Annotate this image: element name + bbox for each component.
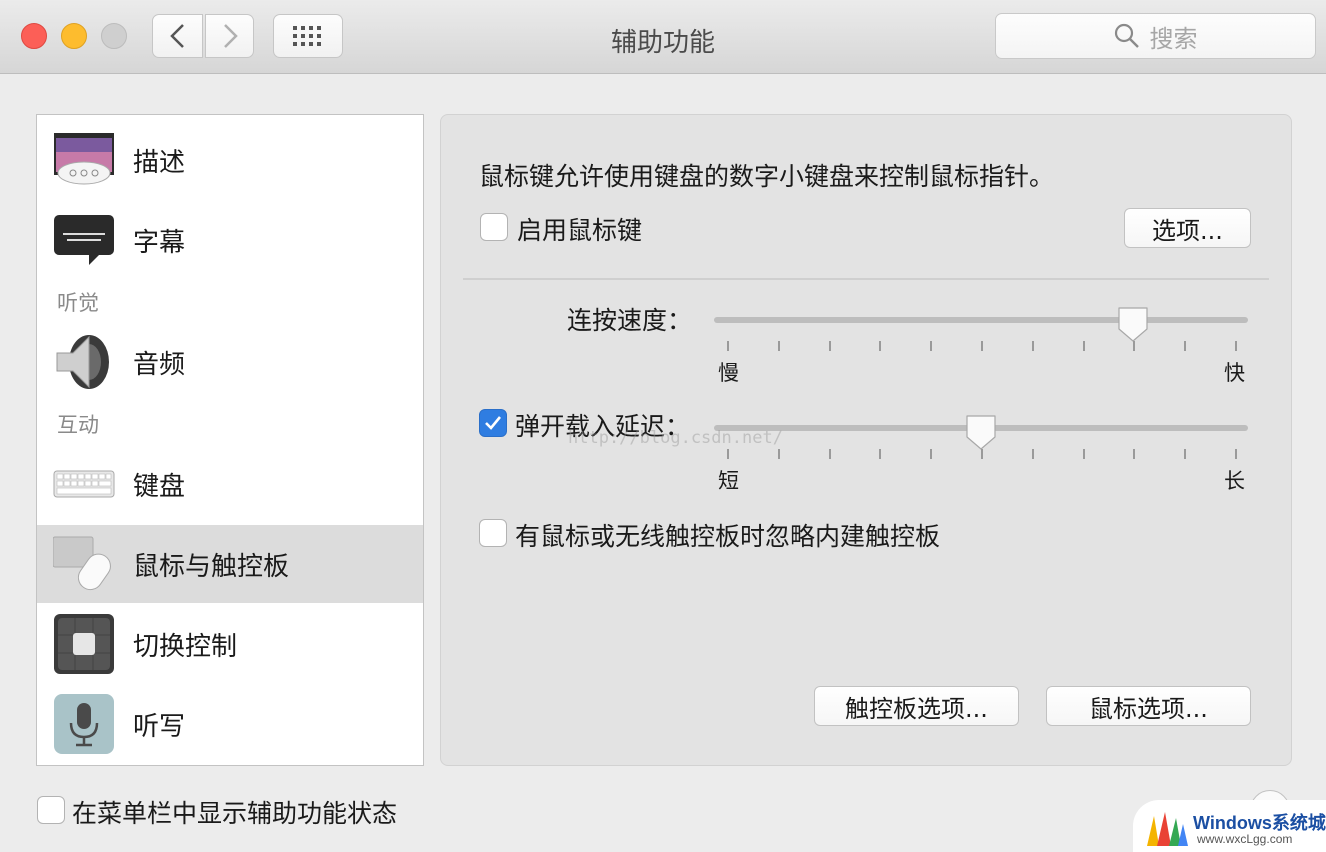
slider-tick (828, 341, 831, 351)
search-field[interactable]: 搜索 (995, 13, 1316, 59)
logo-site-text: www.wxcLgg.com (1197, 832, 1293, 846)
slider-tick (930, 449, 933, 459)
delay-min-label: 短 (718, 469, 739, 493)
speaker-icon (56, 335, 109, 389)
sidebar-item-label: 字幕 (133, 227, 186, 258)
delay-max-label: 长 (1224, 469, 1245, 493)
slider-tick (1031, 449, 1034, 459)
site-logo: Windows系统城 www.wxcLgg.com (1133, 800, 1326, 852)
speed-min-label: 慢 (718, 361, 739, 385)
divider (463, 278, 1269, 280)
slider-tick (828, 449, 831, 459)
sidebar-item-audio[interactable]: 音频 (37, 323, 423, 401)
show-status-label: 在菜单栏中显示辅助功能状态 (72, 799, 398, 828)
enable-mouse-keys-checkbox[interactable] (480, 213, 508, 241)
slider-tick (1235, 449, 1237, 459)
mouse-trackpad-icon (53, 536, 111, 591)
sidebar-item-label: 鼠标与触控板 (133, 551, 290, 582)
delay-checkbox[interactable] (479, 409, 507, 437)
ignore-trackpad-label: 有鼠标或无线触控板时忽略内建触控板 (515, 522, 941, 551)
sidebar-item-mouse-trackpad[interactable]: 鼠标与触控板 (37, 525, 423, 603)
sidebar-item-description[interactable]: 描述 (37, 121, 423, 199)
slider-tick (1133, 449, 1136, 459)
show-status-checkbox[interactable] (37, 796, 65, 824)
description-icon (54, 133, 114, 185)
sidebar-item-label: 描述 (133, 147, 186, 178)
slider-tick (1184, 341, 1187, 351)
search-placeholder: 搜索 (1149, 24, 1198, 53)
title-bar: 辅助功能 搜索 (0, 0, 1326, 74)
ignore-trackpad-checkbox[interactable] (479, 519, 507, 547)
speed-slider-knob[interactable] (1116, 305, 1150, 343)
slider-tick (879, 341, 882, 351)
slider-tick (777, 341, 780, 351)
section-header-hearing: 听觉 (57, 291, 99, 315)
microphone-icon (54, 694, 114, 754)
sidebar-item-keyboard[interactable]: 键盘 (37, 445, 423, 523)
delay-slider-knob[interactable] (964, 413, 998, 451)
checkmark-icon (485, 416, 502, 430)
slider-tick (1184, 449, 1187, 459)
speed-max-label: 快 (1224, 361, 1245, 385)
sidebar-item-label: 音频 (133, 349, 186, 380)
captions-icon (54, 215, 114, 265)
slider-tick (777, 449, 780, 459)
options-button[interactable]: 选项... (1124, 208, 1251, 248)
slider-tick (1133, 341, 1136, 351)
mouse-keys-description: 鼠标键允许使用键盘的数字小键盘来控制鼠标指针。 (479, 162, 1055, 191)
sidebar-item-captions[interactable]: 字幕 (37, 201, 423, 279)
slider-tick (727, 449, 729, 459)
speed-label: 连按速度： (567, 306, 693, 335)
sidebar-item-label: 键盘 (133, 471, 186, 502)
sidebar-item-label: 听写 (133, 711, 186, 742)
slider-tick (930, 341, 933, 351)
slider-tick (879, 449, 882, 459)
sidebar-item-switch-control[interactable]: 切换控制 (37, 605, 423, 683)
enable-mouse-keys-label: 启用鼠标键 (517, 216, 643, 245)
section-header-interaction: 互动 (57, 413, 99, 437)
slider-tick (981, 341, 983, 351)
slider-tick (1082, 341, 1085, 351)
slider-tick (1235, 341, 1237, 351)
slider-tick (1082, 449, 1085, 459)
search-icon (1114, 23, 1139, 48)
slider-tick (727, 341, 729, 351)
keyboard-icon (53, 470, 115, 498)
slider-tick (1031, 341, 1034, 351)
sidebar-item-dictation[interactable]: 听写 (37, 685, 423, 763)
mouse-options-button[interactable]: 鼠标选项... (1046, 686, 1251, 726)
sidebar-item-label: 切换控制 (133, 631, 238, 662)
sidebar-list[interactable]: 描述 字幕 听觉 音频 互动 键盘 鼠标与触控板 切换控制 听写 (36, 114, 424, 766)
switch-control-icon (54, 614, 114, 674)
trackpad-options-button[interactable]: 触控板选项... (814, 686, 1019, 726)
url-watermark: http://blog.csdn.net/ (568, 428, 783, 448)
speed-slider-track[interactable] (714, 317, 1248, 323)
logo-emblem-icon (1147, 812, 1188, 846)
slider-tick (981, 449, 983, 459)
